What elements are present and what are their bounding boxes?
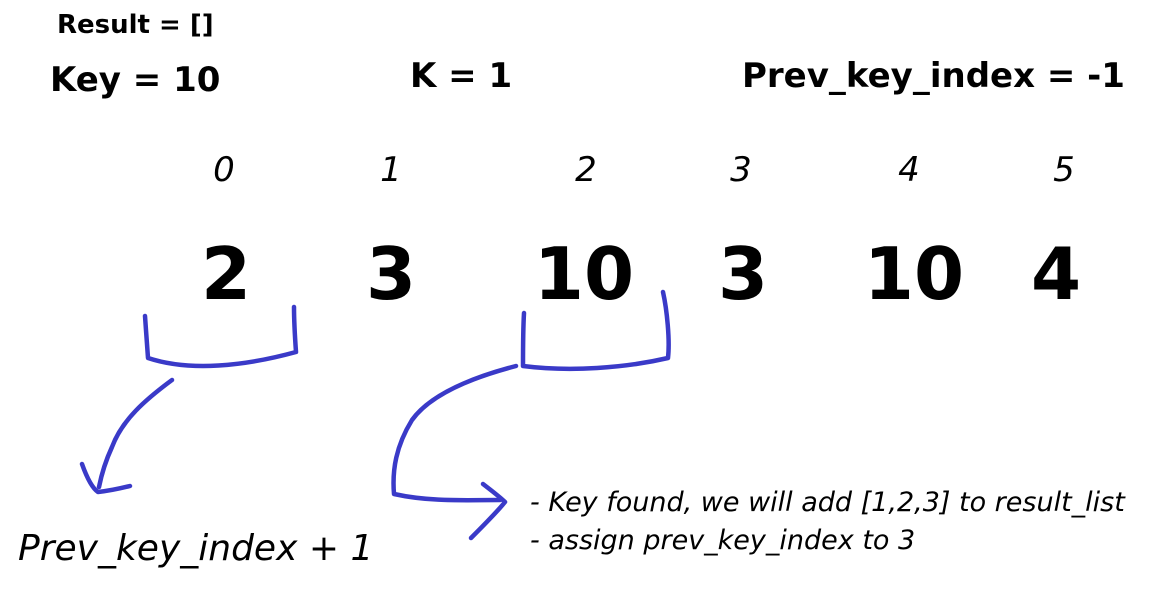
- note-assign-prev-key-index: - assign prev_key_index to 3: [530, 525, 916, 556]
- prev-key-index-formula: Prev_key_index + 1: [18, 528, 374, 569]
- bracket-left: [142, 304, 299, 369]
- note-key-found: - Key found, we will add [1,2,3] to resu…: [530, 487, 1125, 518]
- arrow-head-right: [468, 481, 508, 541]
- bracket-right: [520, 289, 671, 372]
- arrow-curve-right: [391, 363, 519, 503]
- arrow-curve-left: [96, 377, 175, 490]
